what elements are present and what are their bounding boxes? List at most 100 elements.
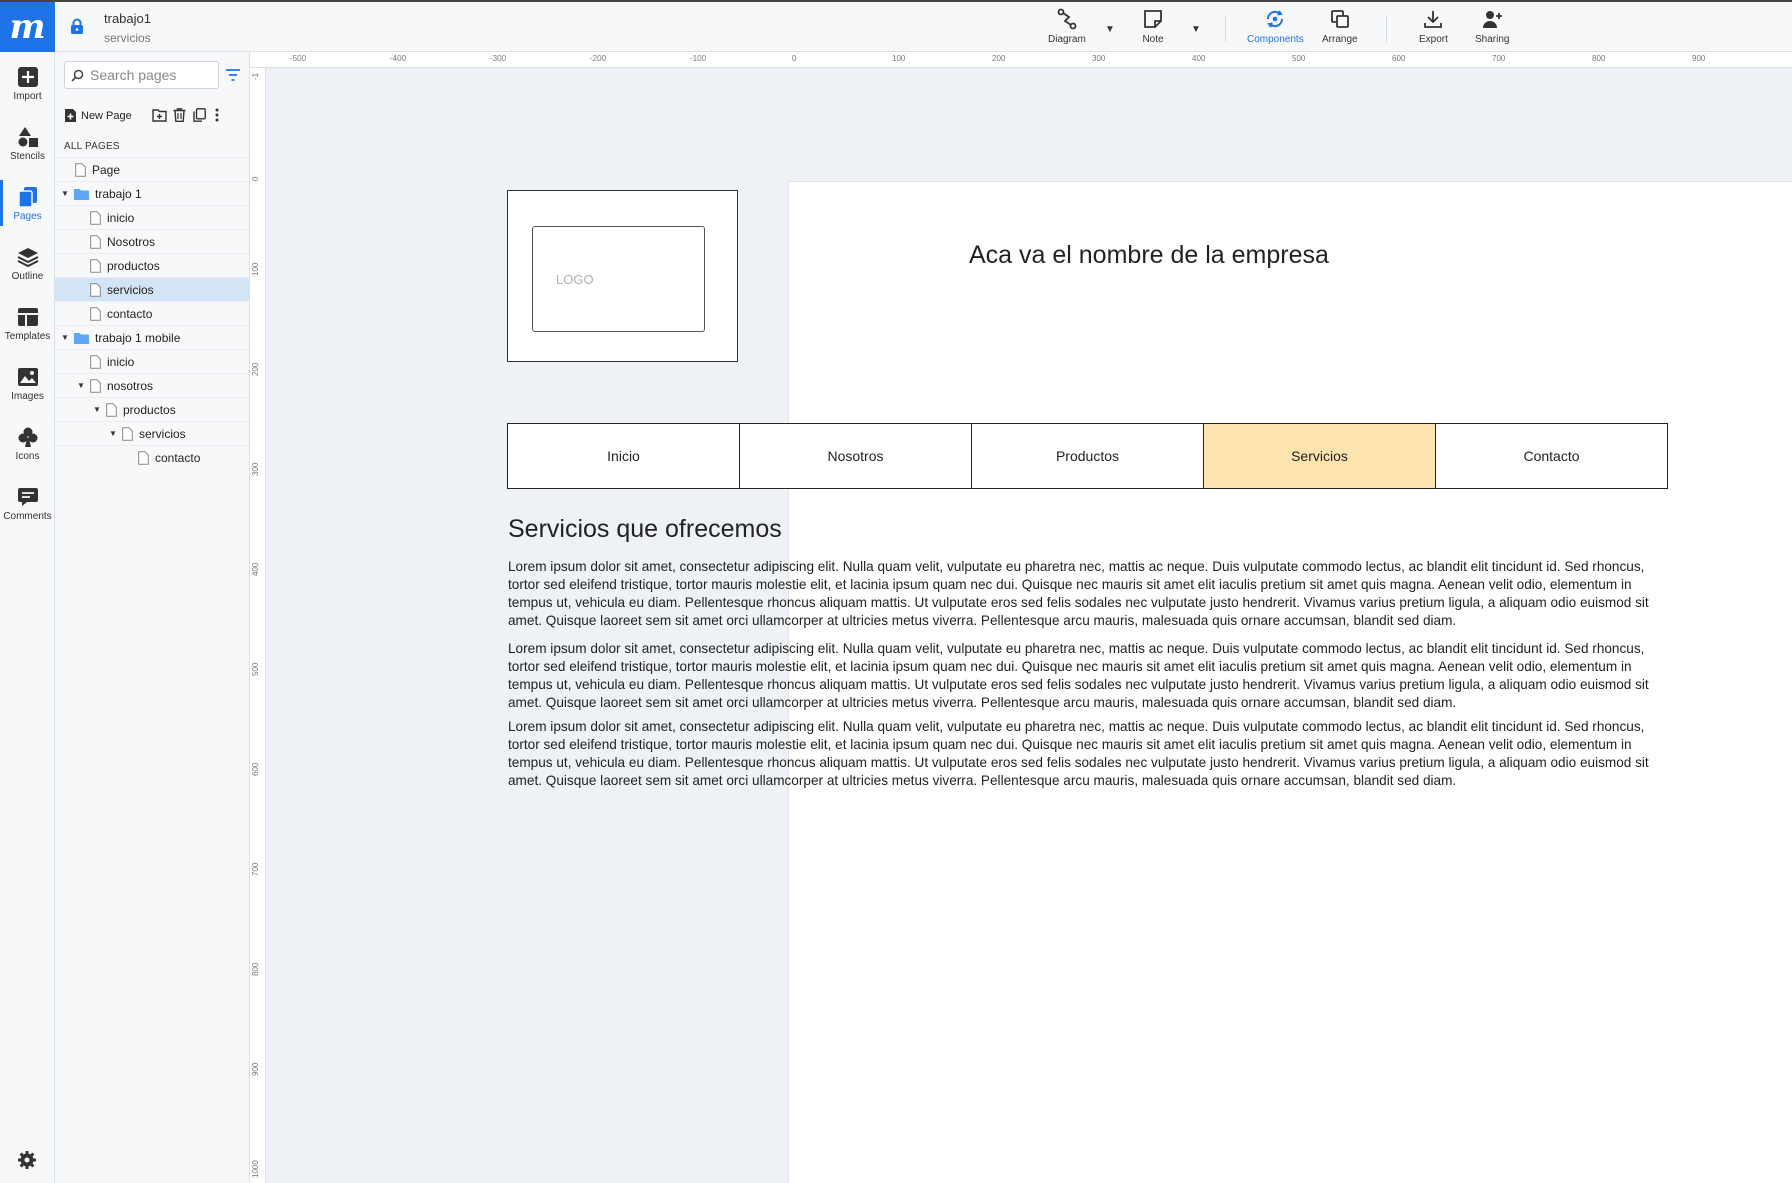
page-tree-label: productos	[107, 258, 160, 273]
rail-stencils[interactable]: Stencils	[0, 126, 55, 162]
nav-item-nosotros[interactable]: Nosotros	[740, 424, 972, 488]
rail-import[interactable]: Import	[0, 66, 55, 102]
components-icon	[1267, 10, 1284, 28]
components-button[interactable]: Components	[1247, 8, 1304, 45]
ruler-tick: 600	[1392, 54, 1406, 63]
expand-caret-icon[interactable]: ▼	[92, 405, 102, 414]
rail-outline-label: Outline	[11, 271, 44, 282]
sharing-button[interactable]: Sharing	[1475, 8, 1509, 45]
expand-caret-icon[interactable]: ▼	[76, 381, 86, 390]
page-icon	[90, 234, 101, 249]
page-tree-label: trabajo 1 mobile	[95, 330, 181, 345]
page-tree-item[interactable]: ▼ servicios	[55, 421, 249, 445]
duplicate-icon[interactable]	[193, 108, 206, 127]
expand-caret-icon[interactable]: ▼	[60, 189, 70, 198]
rail-stencils-label: Stencils	[9, 151, 45, 162]
page-tree-label: trabajo 1	[95, 186, 142, 201]
sharing-label: Sharing	[1475, 34, 1510, 45]
ruler-tick: 200	[251, 362, 260, 376]
ruler-tick: -500	[290, 54, 307, 63]
nav-item-productos[interactable]: Productos	[972, 424, 1204, 488]
ruler-tick: 900	[1692, 54, 1706, 63]
app-logo[interactable]: m	[0, 2, 55, 52]
ruler-tick: -200	[590, 54, 607, 63]
pages-icon	[17, 187, 37, 208]
ruler-tick: 600	[251, 762, 260, 776]
page-tree-folder[interactable]: ▼ trabajo 1	[55, 181, 249, 205]
lock-icon[interactable]	[70, 18, 84, 40]
search-pages-input[interactable]	[90, 67, 210, 83]
toolbar-divider	[1386, 16, 1387, 42]
app-logo-glyph: m	[9, 7, 46, 47]
page-icon	[90, 282, 101, 297]
trash-icon[interactable]	[173, 108, 186, 127]
page-tree-item[interactable]: contacto	[55, 445, 249, 469]
rail-images[interactable]: Images	[0, 366, 55, 402]
ruler-tick: 200	[992, 54, 1006, 63]
wireframe-nav-bar[interactable]: Inicio Nosotros Productos Servicios Cont…	[507, 423, 1668, 489]
logo-placeholder-text: LOGO	[556, 271, 594, 287]
note-button[interactable]: Note	[1142, 8, 1164, 45]
rail-pages[interactable]: Pages	[0, 180, 55, 226]
document-title[interactable]: trabajo1	[104, 11, 151, 26]
rail-comments-label: Comments	[3, 511, 52, 522]
page-tree-folder[interactable]: ▼ trabajo 1 mobile	[55, 325, 249, 349]
page-tree-item[interactable]: inicio	[55, 349, 249, 373]
arrange-label: Arrange	[1322, 34, 1358, 45]
page-tree-item[interactable]: ▼ productos	[55, 397, 249, 421]
add-user-icon	[1483, 11, 1503, 28]
arrange-icon	[1330, 10, 1349, 28]
page-tree-item[interactable]: inicio	[55, 205, 249, 229]
body-paragraph[interactable]: Lorem ipsum dolor sit amet, consectetur …	[508, 718, 1670, 790]
export-icon	[1424, 11, 1443, 28]
ruler-tick: 300	[251, 462, 260, 476]
page-tree-item[interactable]: contacto	[55, 301, 249, 325]
page-icon	[138, 450, 149, 465]
nav-item-contacto[interactable]: Contacto	[1436, 424, 1667, 488]
rail-outline[interactable]: Outline	[0, 246, 55, 282]
page-tree-label: servicios	[107, 282, 154, 297]
ruler-tick: 1000	[251, 1160, 260, 1178]
filter-icon[interactable]	[226, 68, 240, 86]
rail-icons-label: Icons	[15, 451, 40, 462]
rail-templates-label: Templates	[4, 331, 51, 342]
add-folder-icon[interactable]	[152, 108, 167, 127]
nav-item-inicio[interactable]: Inicio	[508, 424, 740, 488]
page-tree-item-selected[interactable]: servicios	[55, 277, 249, 301]
logo-placeholder[interactable]: LOGO	[532, 226, 705, 332]
components-label: Components	[1247, 34, 1304, 45]
pages-panel: New Page ALL PAGES Page ▼ trabajo 1	[55, 52, 250, 1183]
rail-comments[interactable]: Comments	[0, 486, 55, 522]
ruler-tick: 0	[251, 176, 260, 181]
ruler-tick: 700	[251, 862, 260, 876]
page-icon	[122, 426, 133, 441]
diagram-button[interactable]: Diagram	[1048, 8, 1086, 45]
more-options-icon[interactable]	[215, 108, 219, 127]
page-tree-item[interactable]: ▼ nosotros	[55, 373, 249, 397]
settings-gear-icon[interactable]	[17, 1150, 37, 1175]
page-tree-label: Page	[92, 162, 121, 177]
ruler-tick: 500	[1292, 54, 1306, 63]
body-paragraph[interactable]: Lorem ipsum dolor sit amet, consectetur …	[508, 640, 1670, 712]
note-label: Note	[1142, 34, 1164, 45]
arrange-button[interactable]: Arrange	[1322, 8, 1358, 45]
ruler-tick: 300	[1092, 54, 1106, 63]
new-page-button[interactable]: New Page	[64, 108, 132, 123]
page-tree-item[interactable]: Page	[55, 157, 249, 181]
rail-icons[interactable]: Icons	[0, 426, 55, 462]
page-tree-item[interactable]: Nosotros	[55, 229, 249, 253]
page-tree-item[interactable]: productos	[55, 253, 249, 277]
ruler-tick: 900	[251, 1062, 260, 1076]
rail-templates[interactable]: Templates	[0, 306, 55, 342]
expand-caret-icon[interactable]: ▼	[60, 333, 70, 342]
diagram-dropdown-icon[interactable]: ▼	[1105, 24, 1115, 35]
design-canvas[interactable]: LOGO Aca va el nombre de la empresa Inic…	[267, 69, 1792, 1183]
company-name-heading[interactable]: Aca va el nombre de la empresa	[969, 241, 1329, 270]
export-button[interactable]: Export	[1419, 8, 1448, 45]
body-paragraph[interactable]: Lorem ipsum dolor sit amet, consectetur …	[508, 558, 1670, 630]
note-dropdown-icon[interactable]: ▼	[1191, 24, 1201, 35]
nav-item-servicios[interactable]: Servicios	[1204, 424, 1436, 488]
section-title[interactable]: Servicios que ofrecemos	[508, 515, 782, 544]
logo-frame[interactable]: LOGO	[507, 190, 738, 362]
expand-caret-icon[interactable]: ▼	[108, 429, 118, 438]
